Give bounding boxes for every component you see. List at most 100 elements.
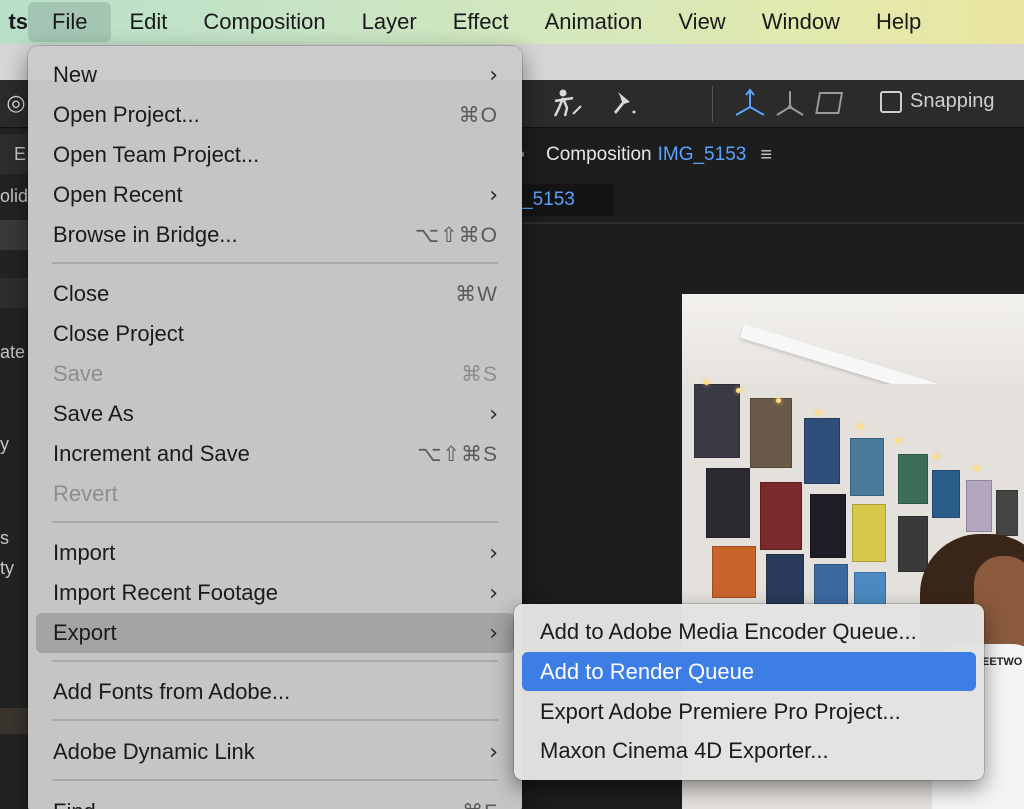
panel-text-fragment: ate: [0, 342, 26, 362]
file-menu-dropdown: New › Open Project... ⌘O Open Team Proje…: [28, 46, 522, 809]
menu-layer[interactable]: Layer: [344, 0, 435, 44]
menu-item-save: Save ⌘S: [36, 355, 514, 393]
chevron-right-icon: ›: [489, 620, 498, 646]
panel-divider: [500, 222, 1024, 224]
menu-animation[interactable]: Animation: [527, 0, 661, 44]
menu-item-export[interactable]: Export ›: [36, 613, 514, 653]
chevron-right-icon: ›: [489, 540, 498, 566]
menu-item-label: Save: [53, 361, 104, 386]
poster: [814, 564, 848, 606]
menu-item-label: Import: [53, 540, 116, 565]
poster: [750, 398, 792, 468]
poster: [898, 516, 928, 572]
menu-item-browse-in-bridge[interactable]: Browse in Bridge... ⌥⇧⌘O: [36, 216, 514, 254]
poster: [712, 546, 756, 598]
menu-item-close-project[interactable]: Close Project: [36, 315, 514, 353]
string-light: [816, 410, 821, 415]
panel-text-fragment: ty: [0, 558, 15, 578]
menu-item-open-recent[interactable]: Open Recent ›: [36, 176, 514, 214]
poster: [850, 438, 884, 496]
composition-name[interactable]: IMG_5153: [658, 144, 747, 166]
menu-edit[interactable]: Edit: [111, 0, 185, 44]
shortcut-label: ⌥⇧⌘O: [414, 223, 498, 247]
toolbar-divider: [712, 86, 713, 122]
poster: [694, 384, 740, 458]
submenu-item-cinema-4d-exporter[interactable]: Maxon Cinema 4D Exporter...: [522, 732, 976, 770]
menu-item-import[interactable]: Import ›: [36, 534, 514, 572]
menu-item-import-recent-footage[interactable]: Import Recent Footage ›: [36, 574, 514, 612]
panel-text-fragment: olid: [0, 186, 28, 206]
menu-item-save-as[interactable]: Save As ›: [36, 395, 514, 433]
menu-view[interactable]: View: [660, 0, 743, 44]
project-panel: E olid ate y s ty: [0, 128, 28, 809]
local-axis-mode-icon[interactable]: [730, 84, 770, 122]
poster: [766, 554, 804, 604]
menu-item-close[interactable]: Close ⌘W: [36, 275, 514, 313]
chevron-right-icon: ›: [489, 580, 498, 606]
menu-item-label: Adobe Dynamic Link: [53, 739, 255, 764]
poster: [854, 572, 886, 608]
string-light: [858, 424, 863, 429]
snapping-checkbox[interactable]: [880, 90, 902, 113]
menu-item-open-team-project[interactable]: Open Team Project...: [36, 136, 514, 174]
string-light: [974, 466, 979, 471]
menu-item-new[interactable]: New ›: [36, 56, 514, 94]
menu-composition[interactable]: Composition: [185, 0, 343, 44]
snapping-toggle[interactable]: Snapping: [880, 90, 995, 113]
chevron-right-icon: ›: [489, 182, 498, 208]
string-light: [736, 388, 741, 393]
view-axis-mode-icon[interactable]: [814, 84, 850, 122]
menu-help[interactable]: Help: [858, 0, 939, 44]
export-submenu: Add to Adobe Media Encoder Queue... Add …: [514, 604, 984, 780]
poster: [706, 468, 750, 538]
panel-menu-icon[interactable]: ≡: [760, 144, 772, 167]
menu-bar: ts File Edit Composition Layer Effect An…: [0, 0, 1024, 44]
menu-item-open-project[interactable]: Open Project... ⌘O: [36, 96, 514, 134]
menu-effect[interactable]: Effect: [435, 0, 527, 44]
shortcut-label: ⌥⇧⌘S: [417, 442, 498, 466]
menu-item-label: Increment and Save: [53, 441, 250, 466]
world-axis-mode-icon[interactable]: [772, 84, 808, 122]
menu-item-label: Revert: [53, 481, 118, 506]
menu-window[interactable]: Window: [744, 0, 858, 44]
menu-item-label: Open Recent: [53, 182, 183, 207]
composition-panel-header: ▪ Composition IMG_5153 ≡: [500, 134, 1024, 176]
menu-item-label: Close Project: [53, 321, 184, 346]
chevron-right-icon: ›: [489, 401, 498, 427]
poster: [898, 454, 928, 504]
menu-separator: [52, 521, 498, 523]
menu-item-label: Save As: [53, 401, 134, 426]
chevron-right-icon: ›: [489, 62, 498, 88]
string-light: [776, 398, 781, 403]
submenu-item-export-premiere-pro-project[interactable]: Export Adobe Premiere Pro Project...: [522, 693, 976, 731]
menu-item-add-fonts-from-adobe[interactable]: Add Fonts from Adobe...: [36, 673, 514, 711]
shirt-print: EETWO: [982, 656, 1023, 668]
camera-tool-icon[interactable]: ◎: [2, 84, 30, 122]
poster: [810, 494, 846, 558]
pin-tool-icon[interactable]: [604, 84, 644, 122]
menu-item-label: Import Recent Footage: [53, 580, 279, 605]
menu-separator: [52, 660, 498, 662]
submenu-item-add-to-media-encoder-queue[interactable]: Add to Adobe Media Encoder Queue...: [522, 613, 976, 651]
composition-tab[interactable]: _5153: [516, 184, 614, 216]
menu-item-find[interactable]: Find ⌘F: [36, 793, 514, 809]
menu-item-label: Browse in Bridge...: [53, 222, 238, 247]
panel-text-fragment: s: [0, 528, 9, 548]
shortcut-label: ⌘W: [455, 282, 498, 306]
submenu-item-add-to-render-queue[interactable]: Add to Render Queue: [522, 652, 976, 691]
poster: [966, 480, 992, 532]
string-light: [896, 438, 901, 443]
shortcut-label: ⌘S: [460, 362, 498, 386]
menu-item-increment-and-save[interactable]: Increment and Save ⌥⇧⌘S: [36, 435, 514, 473]
menu-item-adobe-dynamic-link[interactable]: Adobe Dynamic Link ›: [36, 733, 514, 771]
puppet-tool-icon[interactable]: [548, 84, 588, 122]
shortcut-label: ⌘O: [458, 103, 498, 127]
poster: [996, 490, 1018, 536]
panel-title: Composition: [546, 144, 652, 165]
menu-item-label: Export: [53, 620, 117, 645]
menu-file[interactable]: File: [28, 2, 112, 42]
string-light: [704, 380, 709, 385]
menu-item-revert: Revert: [36, 475, 514, 513]
menu-effects-truncated[interactable]: ts: [0, 0, 28, 44]
menu-item-label: New: [53, 62, 98, 87]
